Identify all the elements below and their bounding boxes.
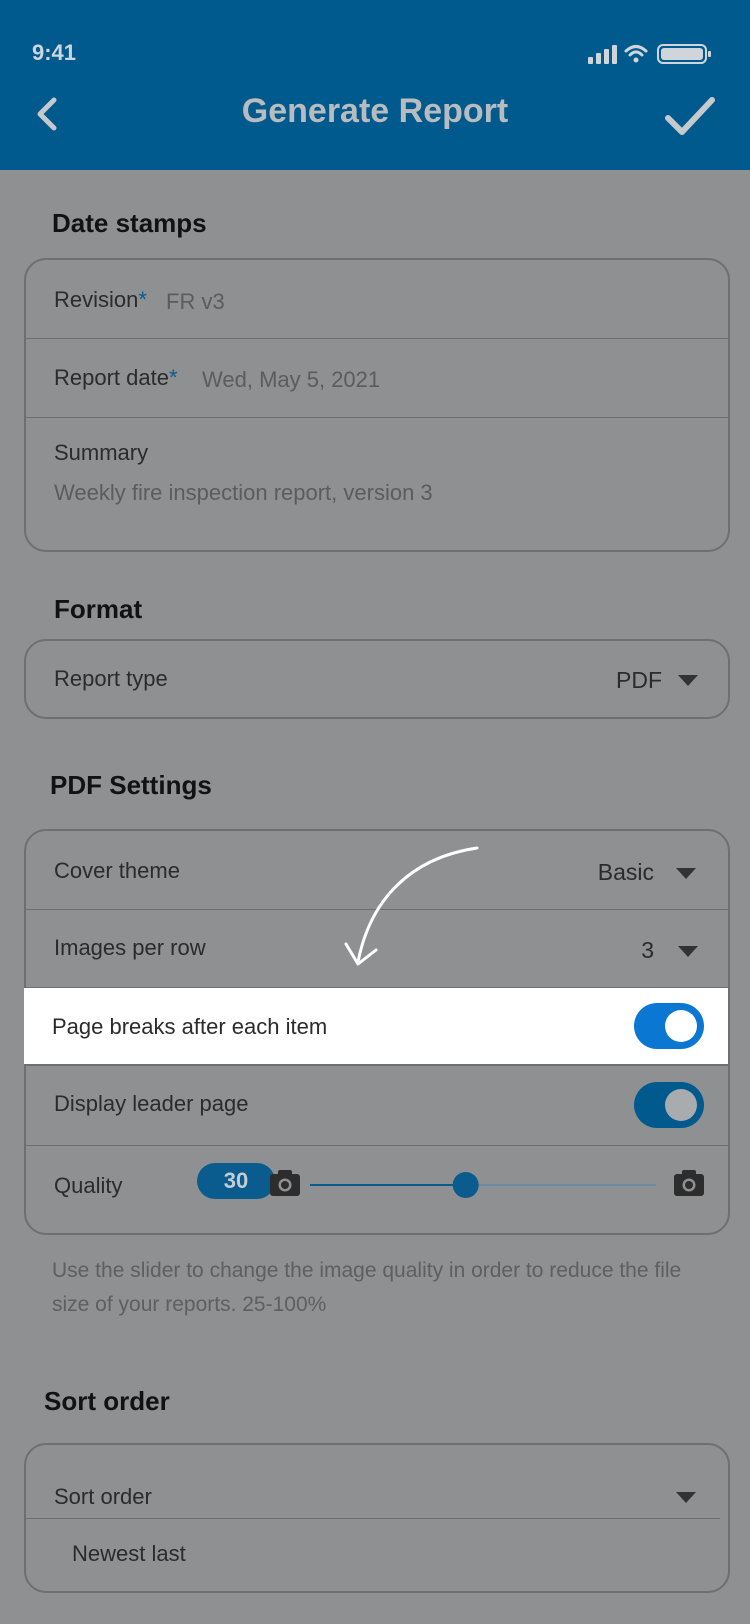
quality-row: Quality 30 [26,1145,728,1235]
confirm-button[interactable] [662,94,718,138]
sort-order-label: Sort order [54,1484,152,1509]
images-per-row-label: Images per row [54,935,206,960]
battery-icon [657,44,711,64]
chevron-down-icon[interactable] [676,868,696,879]
format-heading: Format [54,594,143,624]
leader-page-label: Display leader page [54,1091,249,1116]
page-breaks-toggle[interactable] [634,1003,704,1049]
cover-theme-label: Cover theme [54,858,180,883]
page-breaks-row: Page breaks after each item [24,987,728,1065]
cover-theme-value[interactable]: Basic [598,859,654,886]
leader-page-row: Display leader page [26,1065,728,1147]
page-title: Generate Report [241,92,509,130]
date-stamps-card: Revision* FR v3 Report date* Wed, May 5,… [24,258,730,552]
summary-value[interactable]: Weekly fire inspection report, version 3 [54,480,433,506]
date-stamps-heading: Date stamps [52,208,207,238]
leader-page-toggle[interactable] [634,1082,704,1128]
report-type-value[interactable]: PDF [616,667,662,694]
page-breaks-label: Page breaks after each item [52,1014,328,1039]
chevron-down-icon[interactable] [676,1492,696,1503]
revision-value[interactable]: FR v3 [166,289,225,315]
chevron-down-icon[interactable] [678,675,698,686]
checkmark-icon [665,97,715,135]
images-per-row-value[interactable]: 3 [641,937,654,964]
chevron-down-icon[interactable] [678,946,698,957]
toggle-knob [665,1010,697,1042]
pdf-settings-heading: PDF Settings [50,770,212,800]
sort-order-heading: Sort order [44,1386,170,1416]
toggle-knob [665,1089,697,1121]
status-icons [588,42,714,66]
report-date-row[interactable]: Report date* Wed, May 5, 2021 [26,338,728,418]
required-marker: * [138,287,147,312]
report-date-label: Report date* [54,365,178,390]
summary-label: Summary [54,440,149,465]
camera-icon [674,1170,704,1196]
report-type-label: Report type [54,666,168,691]
sort-order-value[interactable]: Newest last [72,1541,186,1567]
report-date-value[interactable]: Wed, May 5, 2021 [202,367,380,393]
revision-label: Revision* [54,287,147,312]
wifi-icon [624,45,648,63]
format-card: Report type PDF [24,639,730,719]
summary-row[interactable]: Summary Weekly fire inspection report, v… [26,417,728,550]
signal-icon [588,45,617,64]
app-header: 9:41 Generate Report [0,0,750,170]
slider-thumb [452,1172,479,1198]
camera-icon [270,1170,300,1196]
sort-option-row[interactable]: Newest last [26,1518,720,1590]
sort-order-card: Sort order Newest last [24,1443,730,1593]
quality-help-text: Use the slider to change the image quali… [52,1259,682,1316]
required-marker: * [168,365,178,390]
hint-arrow-icon [344,846,479,966]
quality-slider[interactable] [26,1146,732,1226]
status-time: 9:41 [32,40,77,65]
